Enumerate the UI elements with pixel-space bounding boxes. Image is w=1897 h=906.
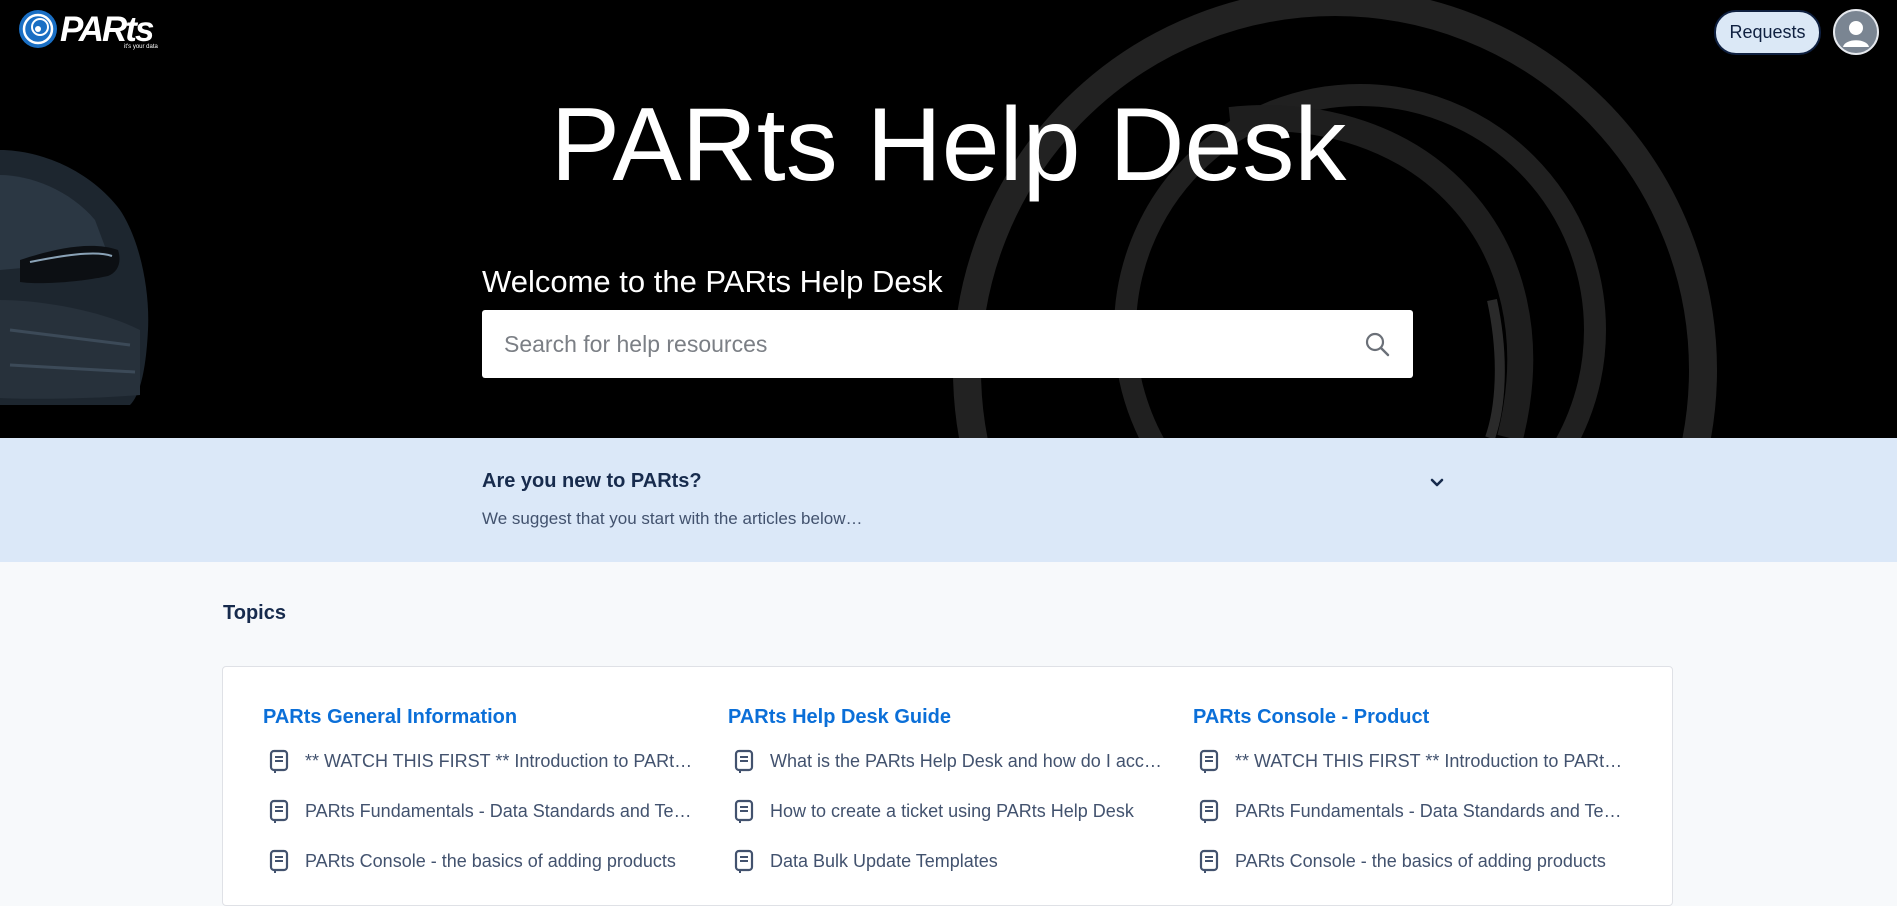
- article-link[interactable]: PARts Fundamentals - Data Standards and …: [1193, 796, 1627, 826]
- article-title: Data Bulk Update Templates: [770, 850, 998, 871]
- parts-logo[interactable]: PARts it's your data: [18, 8, 168, 54]
- article-title: PARts Fundamentals - Data Standards and …: [1235, 800, 1627, 821]
- document-icon: [734, 799, 754, 823]
- topics-heading: Topics: [223, 602, 286, 624]
- document-icon: [1199, 749, 1219, 773]
- parts-swirl-logo-icon: [19, 10, 57, 48]
- document-icon: [1199, 799, 1219, 823]
- document-icon: [269, 849, 289, 873]
- article-link[interactable]: PARts Console - the basics of adding pro…: [263, 846, 697, 876]
- article-title: ** WATCH THIS FIRST ** Introduction to P…: [305, 750, 697, 771]
- page-title: PARts Help Desk: [550, 87, 1347, 203]
- document-icon: [269, 799, 289, 823]
- topic-title-general[interactable]: PARts General Information: [263, 706, 703, 734]
- new-user-banner: [0, 438, 1897, 562]
- article-link[interactable]: Data Bulk Update Templates: [728, 846, 1162, 876]
- topic-title-console[interactable]: PARts Console - Product: [1193, 706, 1633, 734]
- document-icon: [734, 749, 754, 773]
- article-title: ** WATCH THIS FIRST ** Introduction to P…: [1235, 750, 1627, 771]
- user-avatar-icon: [1843, 21, 1869, 47]
- topic-column-console: PARts Console - Product ** WATCH THIS FI…: [1193, 706, 1633, 873]
- article-link[interactable]: PARts Console - the basics of adding pro…: [1193, 846, 1627, 876]
- article-link[interactable]: How to create a ticket using PARts Help …: [728, 796, 1162, 826]
- search-box: [482, 310, 1413, 378]
- banner-subtitle: We suggest that you start with the artic…: [482, 509, 863, 528]
- search-input[interactable]: [482, 310, 1342, 378]
- article-title: PARts Fundamentals - Data Standards and …: [305, 800, 697, 821]
- topic-column-general: PARts General Information ** WATCH THIS …: [263, 706, 703, 873]
- user-avatar-button[interactable]: [1833, 9, 1879, 55]
- welcome-heading: Welcome to the PARts Help Desk: [482, 264, 943, 299]
- article-title: PARts Console - the basics of adding pro…: [305, 850, 676, 871]
- document-icon: [1199, 849, 1219, 873]
- article-link[interactable]: What is the PARts Help Desk and how do I…: [728, 746, 1162, 776]
- article-title: What is the PARts Help Desk and how do I…: [770, 750, 1162, 771]
- topic-column-helpdesk: PARts Help Desk Guide What is the PARts …: [728, 706, 1168, 873]
- article-link[interactable]: PARts Fundamentals - Data Standards and …: [263, 796, 697, 826]
- article-link[interactable]: ** WATCH THIS FIRST ** Introduction to P…: [263, 746, 697, 776]
- article-title: PARts Console - the basics of adding pro…: [1235, 850, 1606, 871]
- article-link[interactable]: ** WATCH THIS FIRST ** Introduction to P…: [1193, 746, 1627, 776]
- topic-title-helpdesk[interactable]: PARts Help Desk Guide: [728, 706, 1168, 734]
- requests-button[interactable]: Requests: [1714, 10, 1821, 55]
- hero-section: PARts it's your data Requests PARts Help…: [0, 0, 1897, 438]
- document-icon: [269, 749, 289, 773]
- document-icon: [734, 849, 754, 873]
- article-title: How to create a ticket using PARts Help …: [770, 800, 1134, 821]
- logo-tagline: it's your data: [124, 44, 158, 50]
- chevron-down-icon[interactable]: [1428, 474, 1446, 492]
- search-icon[interactable]: [1364, 331, 1390, 357]
- banner-title: Are you new to PARts?: [482, 470, 702, 492]
